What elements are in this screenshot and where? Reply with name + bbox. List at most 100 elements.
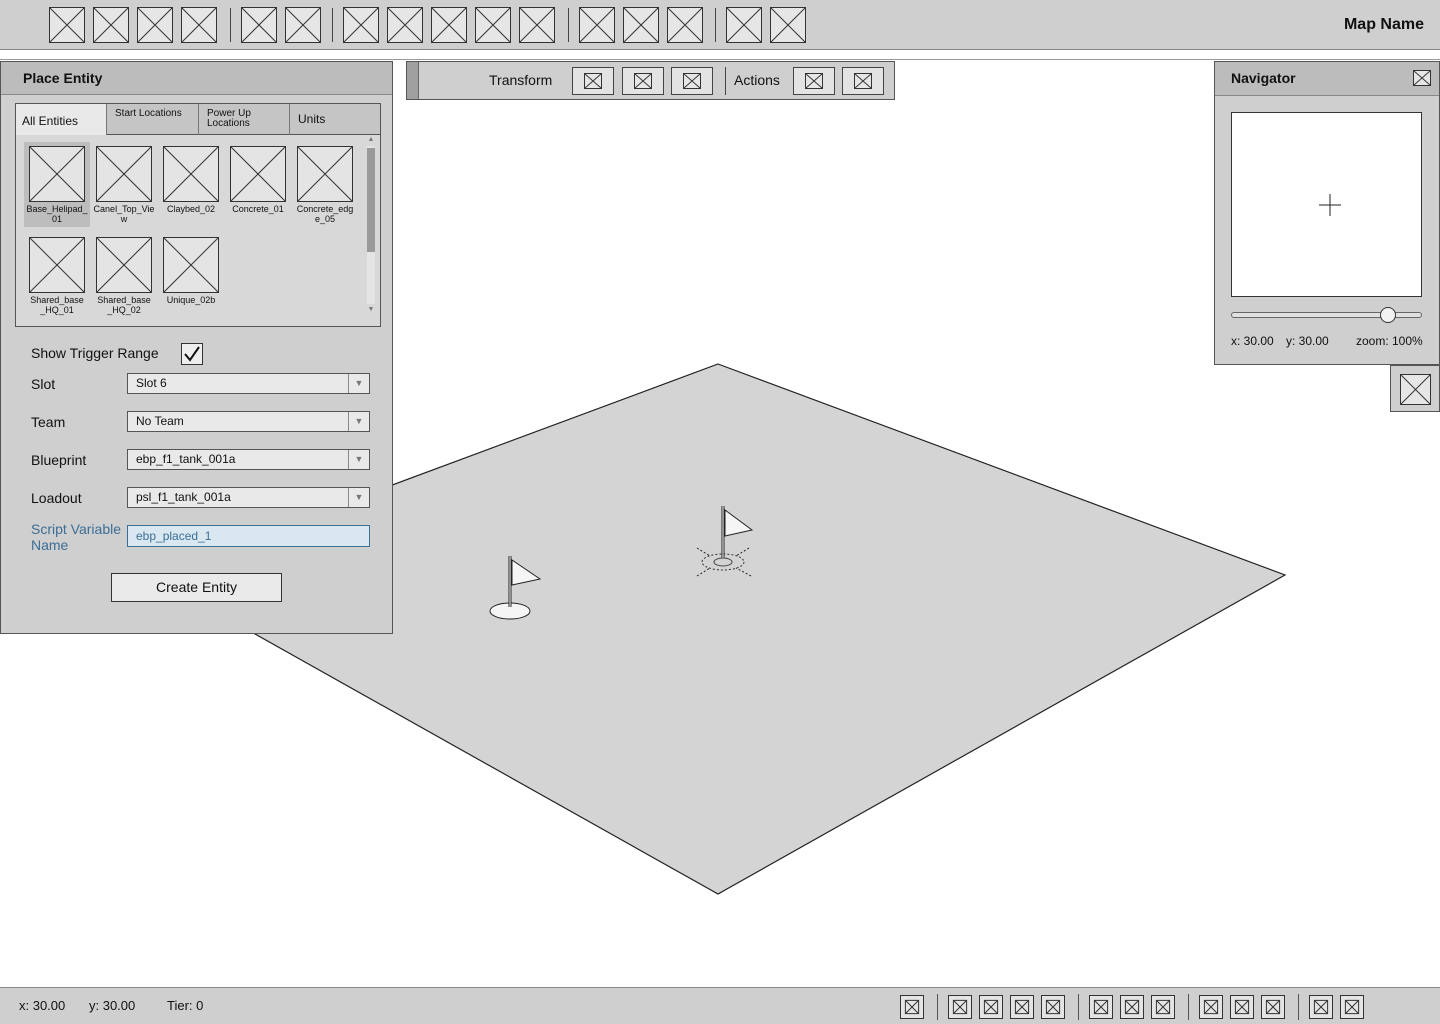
scrollbar-thumb[interactable]: [367, 148, 375, 252]
tab-start-locations[interactable]: Start Locations: [107, 104, 199, 135]
image-placeholder-icon: [727, 8, 761, 42]
toolbar-button-3[interactable]: [137, 7, 173, 43]
entity-tile[interactable]: Base_Helipad_01: [24, 142, 90, 227]
status-tier: Tier: 0: [167, 998, 204, 1013]
entity-tile[interactable]: Shared_base_HQ_02: [91, 233, 157, 315]
status-button-1[interactable]: [900, 995, 924, 1019]
status-button-7[interactable]: [1120, 995, 1144, 1019]
transform-button-3[interactable]: [671, 67, 713, 95]
status-button-12[interactable]: [1309, 995, 1333, 1019]
team-label: Team: [31, 414, 66, 430]
entity-tile[interactable]: Concrete_edge_05: [292, 142, 358, 224]
toolbar-drag-handle[interactable]: [407, 62, 419, 99]
blueprint-label: Blueprint: [31, 452, 87, 468]
entity-thumbnail: [96, 146, 152, 202]
image-placeholder-icon: [182, 8, 216, 42]
script-variable-name-label: Script Variable Name: [31, 521, 122, 553]
navigator-x: x: 30.00: [1231, 334, 1274, 348]
toolbar-button-10[interactable]: [475, 7, 511, 43]
entity-tile[interactable]: Shared_base_HQ_01: [24, 233, 90, 315]
status-button-8[interactable]: [1151, 995, 1175, 1019]
scroll-down-arrow-icon[interactable]: ▼: [366, 306, 376, 313]
navigator-preview[interactable]: [1231, 112, 1422, 297]
entity-tabs: All Entities Start Locations Power Up Lo…: [15, 103, 381, 135]
image-placeholder-icon: [854, 73, 872, 89]
toolbar-button-5[interactable]: [241, 7, 277, 43]
image-placeholder-icon: [668, 8, 702, 42]
slot-label: Slot: [31, 376, 56, 392]
scroll-up-arrow-icon[interactable]: ▲: [366, 136, 376, 143]
image-placeholder-icon: [476, 8, 510, 42]
entity-tile[interactable]: Concrete_01: [225, 142, 291, 214]
entity-tile[interactable]: Claybed_02: [158, 142, 224, 214]
entity-tile[interactable]: Canel_Top_View: [91, 142, 157, 224]
slot-select[interactable]: Slot 6 ▼: [127, 373, 370, 394]
toolbar-button-13[interactable]: [623, 7, 659, 43]
entity-name: Canel_Top_View: [93, 204, 155, 224]
status-button-13[interactable]: [1340, 995, 1364, 1019]
toolbar-button-14[interactable]: [667, 7, 703, 43]
chevron-down-icon[interactable]: ▼: [348, 450, 369, 469]
actions-button-1[interactable]: [793, 67, 835, 95]
team-select[interactable]: No Team ▼: [127, 411, 370, 432]
toolbar-button-12[interactable]: [579, 7, 615, 43]
chevron-down-icon[interactable]: ▼: [348, 488, 369, 507]
close-icon[interactable]: [1413, 70, 1431, 86]
zoom-slider-thumb[interactable]: [1379, 307, 1396, 323]
toolbar-button-4[interactable]: [181, 7, 217, 43]
status-button-11[interactable]: [1261, 995, 1285, 1019]
show-trigger-range-checkbox[interactable]: [181, 343, 203, 365]
actions-button-2[interactable]: [842, 67, 884, 95]
status-button-6[interactable]: [1089, 995, 1113, 1019]
status-button-3[interactable]: [979, 995, 1003, 1019]
blueprint-select[interactable]: ebp_f1_tank_001a ▼: [127, 449, 370, 470]
transform-label: Transform: [489, 72, 553, 88]
tab-power-up-locations[interactable]: Power Up Locations: [199, 104, 290, 135]
chevron-down-icon[interactable]: ▼: [348, 374, 369, 393]
status-button-5[interactable]: [1041, 995, 1065, 1019]
transform-button-1[interactable]: [572, 67, 614, 95]
toolbar-button-15[interactable]: [726, 7, 762, 43]
toolbar-button-2[interactable]: [93, 7, 129, 43]
create-entity-button[interactable]: Create Entity: [111, 573, 282, 602]
toolbar-button-1[interactable]: [49, 7, 85, 43]
transform-button-2[interactable]: [622, 67, 664, 95]
status-separator: [937, 994, 938, 1020]
status-button-9[interactable]: [1199, 995, 1223, 1019]
show-trigger-range-label: Show Trigger Range: [31, 345, 159, 361]
image-placeholder-icon: [50, 8, 84, 42]
toolbar-button-11[interactable]: [519, 7, 555, 43]
toolbar-separator: [332, 8, 333, 42]
entity-name: Shared_base_HQ_01: [30, 295, 84, 315]
image-placeholder-icon: [164, 238, 218, 292]
toolbar-button-8[interactable]: [387, 7, 423, 43]
loadout-select[interactable]: psl_f1_tank_001a ▼: [127, 487, 370, 508]
toolbar-button-7[interactable]: [343, 7, 379, 43]
tab-all-entities[interactable]: All Entities: [16, 104, 107, 135]
status-button-2[interactable]: [948, 995, 972, 1019]
image-placeholder-icon: [584, 73, 602, 89]
entity-thumbnail: [163, 237, 219, 293]
image-placeholder-icon: [1400, 374, 1431, 405]
status-button-4[interactable]: [1010, 995, 1034, 1019]
tab-units[interactable]: Units: [290, 104, 380, 135]
image-placeholder-icon: [97, 238, 151, 292]
image-placeholder-icon: [624, 8, 658, 42]
image-placeholder-icon: [805, 73, 823, 89]
toolbar-button-9[interactable]: [431, 7, 467, 43]
navigator-y: y: 30.00: [1286, 334, 1329, 348]
status-button-10[interactable]: [1230, 995, 1254, 1019]
entity-tile[interactable]: Unique_02b: [158, 233, 224, 305]
toolbar-separator: [230, 8, 231, 42]
entity-name: Concrete_edge_05: [296, 204, 354, 224]
slot-value: Slot 6: [136, 376, 167, 390]
navigator-dock-button[interactable]: [1390, 365, 1440, 412]
toolbar-button-6[interactable]: [285, 7, 321, 43]
script-variable-name-input[interactable]: ebp_placed_1: [127, 525, 370, 547]
image-placeholder-icon: [94, 8, 128, 42]
toolbar-separator: [715, 8, 716, 42]
chevron-down-icon[interactable]: ▼: [348, 412, 369, 431]
entity-grid-scrollbar[interactable]: ▲ ▼: [366, 136, 376, 320]
toolbar-button-16[interactable]: [770, 7, 806, 43]
main-toolbar: Map Name: [0, 0, 1440, 50]
